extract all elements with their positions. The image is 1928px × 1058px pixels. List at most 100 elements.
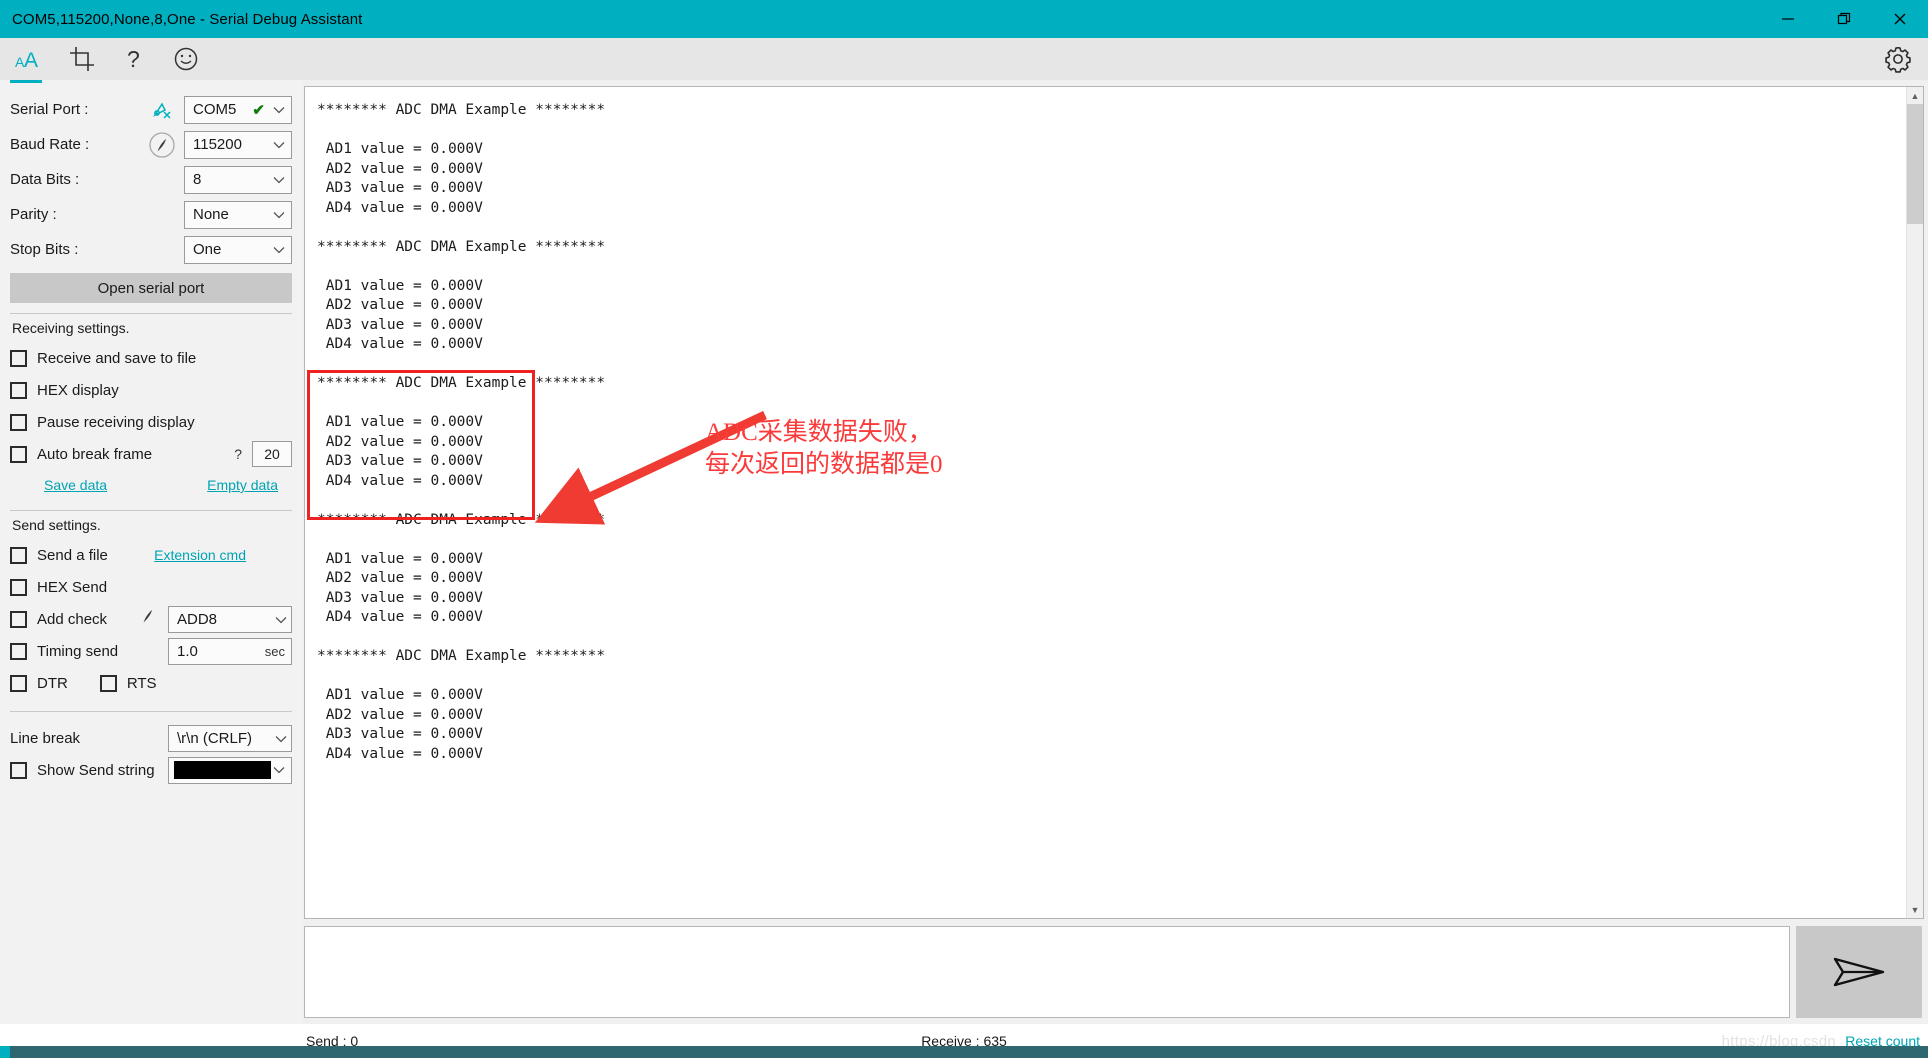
- timing-send-checkbox[interactable]: [10, 642, 27, 660]
- taskbar-accent: [0, 1046, 10, 1058]
- toolbar: A A ?: [0, 38, 1928, 80]
- crop-icon[interactable]: [56, 38, 108, 80]
- hex-display-checkbox[interactable]: [10, 381, 27, 399]
- save-data-link[interactable]: Save data: [44, 477, 107, 493]
- add-check-select[interactable]: ADD8: [168, 605, 292, 633]
- window-title: COM5,115200,None,8,One - Serial Debug As…: [12, 10, 363, 28]
- send-a-file-checkbox[interactable]: [10, 546, 27, 564]
- extension-cmd-link[interactable]: Extension cmd: [154, 547, 246, 563]
- rts-label: RTS: [126, 674, 157, 692]
- chevron-down-icon: [271, 141, 287, 149]
- parity-row: Parity : None: [10, 197, 292, 232]
- port-scan-icon[interactable]: [140, 99, 184, 121]
- dtr-label: DTR: [37, 674, 68, 692]
- receive-save-file-checkbox[interactable]: [10, 349, 27, 367]
- stop-bits-value: One: [193, 241, 222, 258]
- baud-rate-edit-icon[interactable]: [140, 131, 184, 159]
- hex-display-label: HEX display: [37, 381, 119, 399]
- add-check-checkbox[interactable]: [10, 610, 27, 628]
- send-plane-icon: [1833, 957, 1885, 987]
- send-area: [304, 926, 1922, 1018]
- color-swatch: [174, 761, 271, 779]
- hex-send-label: HEX Send: [37, 578, 108, 596]
- add-check-value: ADD8: [177, 610, 218, 628]
- gear-icon[interactable]: [1868, 38, 1928, 80]
- restore-button[interactable]: [1816, 0, 1872, 38]
- receive-save-file-label: Receive and save to file: [37, 349, 197, 367]
- settings-sidebar: Serial Port : COM5 ✔ Baud Rate: 115200 …: [0, 80, 302, 1024]
- hex-display-row[interactable]: HEX display: [10, 374, 292, 406]
- send-settings-title: Send settings.: [12, 517, 101, 533]
- add-check-edit-icon[interactable]: [138, 607, 158, 631]
- pause-receiving-row[interactable]: Pause receiving display: [10, 406, 292, 438]
- auto-break-frame-label: Auto break frame: [37, 445, 153, 463]
- baud-rate-select[interactable]: 115200: [184, 130, 292, 159]
- add-check-label: Add check: [37, 610, 108, 628]
- auto-break-frame-row[interactable]: Auto break frame ? 20: [10, 438, 292, 470]
- data-bits-row: Data Bits : 8: [10, 162, 292, 197]
- scroll-down-icon[interactable]: ▼: [1907, 901, 1923, 918]
- timing-send-row[interactable]: Timing send 1.0 sec: [10, 635, 292, 667]
- serial-port-label: Serial Port :: [10, 101, 89, 118]
- chevron-down-icon: [271, 106, 287, 114]
- auto-break-help-icon[interactable]: ?: [234, 446, 242, 462]
- timing-send-unit: sec: [264, 643, 285, 659]
- pause-receiving-checkbox[interactable]: [10, 413, 27, 431]
- timing-send-input[interactable]: 1.0 sec: [168, 637, 292, 665]
- terminal-output[interactable]: ******** ADC DMA Example ******** AD1 va…: [305, 87, 1906, 918]
- line-break-value: \r\n (CRLF): [177, 729, 252, 747]
- open-serial-port-button[interactable]: Open serial port: [10, 273, 292, 303]
- show-send-string-checkbox[interactable]: [10, 761, 27, 779]
- parity-label: Parity :: [10, 206, 57, 223]
- scroll-up-icon[interactable]: ▲: [1907, 87, 1923, 104]
- serial-port-row: Serial Port : COM5 ✔: [10, 92, 292, 127]
- pause-receiving-label: Pause receiving display: [37, 413, 195, 431]
- port-ok-icon: ✔: [252, 101, 265, 119]
- stop-bits-select[interactable]: One: [184, 235, 292, 264]
- chevron-down-icon: [271, 176, 287, 184]
- serial-port-select[interactable]: COM5 ✔: [184, 95, 292, 124]
- minimize-button[interactable]: [1760, 0, 1816, 38]
- smiley-icon[interactable]: [160, 38, 212, 80]
- dtr-rts-row: DTR RTS: [10, 667, 292, 699]
- parity-select[interactable]: None: [184, 200, 292, 229]
- send-button[interactable]: [1796, 926, 1922, 1018]
- line-break-select[interactable]: \r\n (CRLF): [168, 724, 292, 752]
- auto-break-frame-input[interactable]: 20: [252, 441, 292, 467]
- receive-scrollbar[interactable]: ▲ ▼: [1906, 87, 1923, 918]
- close-button[interactable]: [1872, 0, 1928, 38]
- active-tab-underline: [10, 80, 42, 83]
- hex-send-row[interactable]: HEX Send: [10, 571, 292, 603]
- chevron-down-icon: [271, 766, 287, 774]
- line-break-label: Line break: [10, 729, 81, 747]
- baud-rate-row: Baud Rate : 115200: [10, 127, 292, 162]
- help-icon[interactable]: ?: [108, 38, 160, 80]
- baud-rate-label: Baud Rate :: [10, 136, 90, 153]
- auto-break-frame-checkbox[interactable]: [10, 445, 27, 463]
- svg-text:A: A: [24, 49, 38, 72]
- dtr-checkbox[interactable]: [10, 674, 27, 692]
- data-bits-label: Data Bits :: [10, 171, 80, 188]
- chevron-down-icon: [271, 246, 287, 254]
- font-icon[interactable]: A A: [4, 38, 56, 80]
- divider: [10, 313, 292, 314]
- receive-save-file-row[interactable]: Receive and save to file: [10, 342, 292, 374]
- body: Serial Port : COM5 ✔ Baud Rate: 115200 …: [0, 80, 1928, 1024]
- receive-actions-row: Save data Empty data: [10, 470, 292, 500]
- divider: [10, 510, 292, 511]
- add-check-row[interactable]: Add check ADD8: [10, 603, 292, 635]
- data-bits-select[interactable]: 8: [184, 165, 292, 194]
- send-input[interactable]: [304, 926, 1790, 1018]
- send-string-color-select[interactable]: [168, 756, 292, 784]
- show-send-string-row[interactable]: Show Send string: [10, 754, 292, 786]
- chevron-down-icon: [271, 211, 287, 219]
- send-a-file-label: Send a file: [37, 546, 108, 564]
- stop-bits-row: Stop Bits : One: [10, 232, 292, 267]
- scrollbar-thumb[interactable]: [1907, 104, 1923, 224]
- receive-area: ******** ADC DMA Example ******** AD1 va…: [304, 86, 1924, 919]
- rts-checkbox[interactable]: [99, 674, 117, 692]
- send-a-file-row[interactable]: Send a file Extension cmd: [10, 539, 292, 571]
- hex-send-checkbox[interactable]: [10, 578, 27, 596]
- chevron-down-icon: [275, 611, 287, 628]
- empty-data-link[interactable]: Empty data: [207, 477, 278, 493]
